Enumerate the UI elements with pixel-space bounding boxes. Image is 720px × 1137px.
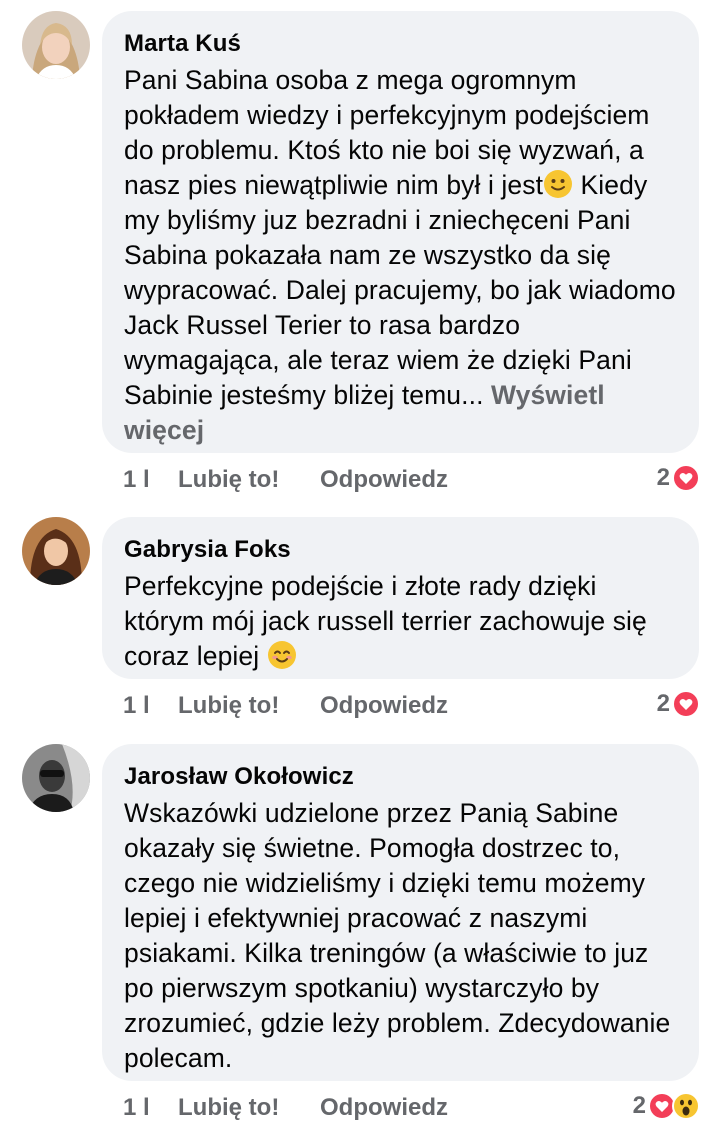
comment-time[interactable]: 1 l [123, 691, 150, 721]
comment-time[interactable]: 1 l [123, 1093, 150, 1123]
reactions-summary[interactable]: 2 [633, 1091, 700, 1121]
comment-text: Perfekcyjne podejście i złote rady dzięk… [124, 569, 677, 674]
comment-bubble: Marta Kuś Pani Sabina osoba z mega ogrom… [102, 11, 699, 453]
comment-author[interactable]: Gabrysia Foks [124, 535, 677, 565]
smiling-face-with-smiling-eyes-icon [267, 641, 296, 669]
like-button[interactable]: Lubię to! [178, 691, 279, 721]
reaction-count: 2 [656, 690, 670, 717]
comment-text: Pani Sabina osoba z mega ogromnym pokład… [124, 63, 677, 448]
like-button[interactable]: Lubię to! [178, 465, 279, 495]
comment-text-part: Kiedy my byliśmy juz bezradni i zniechęc… [124, 170, 676, 410]
love-reaction-icon [672, 464, 700, 492]
comment-bubble: Gabrysia Foks Perfekcyjne podejście i zł… [102, 517, 699, 679]
wow-reaction-icon [672, 1092, 700, 1120]
comment-bubble: Jarosław Okołowicz Wskazówki udzielone p… [102, 744, 699, 1081]
comment-author[interactable]: Jarosław Okołowicz [124, 762, 677, 792]
comment-author[interactable]: Marta Kuś [124, 29, 677, 59]
reaction-count: 2 [656, 464, 670, 491]
comment-text-part: Perfekcyjne podejście i złote rady dzięk… [124, 571, 647, 671]
reactions-summary[interactable]: 2 [657, 689, 700, 719]
reply-button[interactable]: Odpowiedz [320, 465, 448, 495]
reactions-summary[interactable]: 2 [657, 463, 700, 493]
avatar[interactable] [22, 11, 90, 79]
comment-time[interactable]: 1 l [123, 465, 150, 495]
comment-text: Wskazówki udzielone przez Panią Sabine o… [124, 798, 671, 1073]
love-reaction-icon [672, 690, 700, 718]
avatar[interactable] [22, 744, 90, 812]
avatar[interactable] [22, 517, 90, 585]
reply-button[interactable]: Odpowiedz [320, 691, 448, 721]
slightly-smiling-face-icon [544, 170, 573, 198]
reaction-count: 2 [632, 1092, 646, 1119]
like-button[interactable]: Lubię to! [178, 1093, 279, 1123]
reply-button[interactable]: Odpowiedz [320, 1093, 448, 1123]
